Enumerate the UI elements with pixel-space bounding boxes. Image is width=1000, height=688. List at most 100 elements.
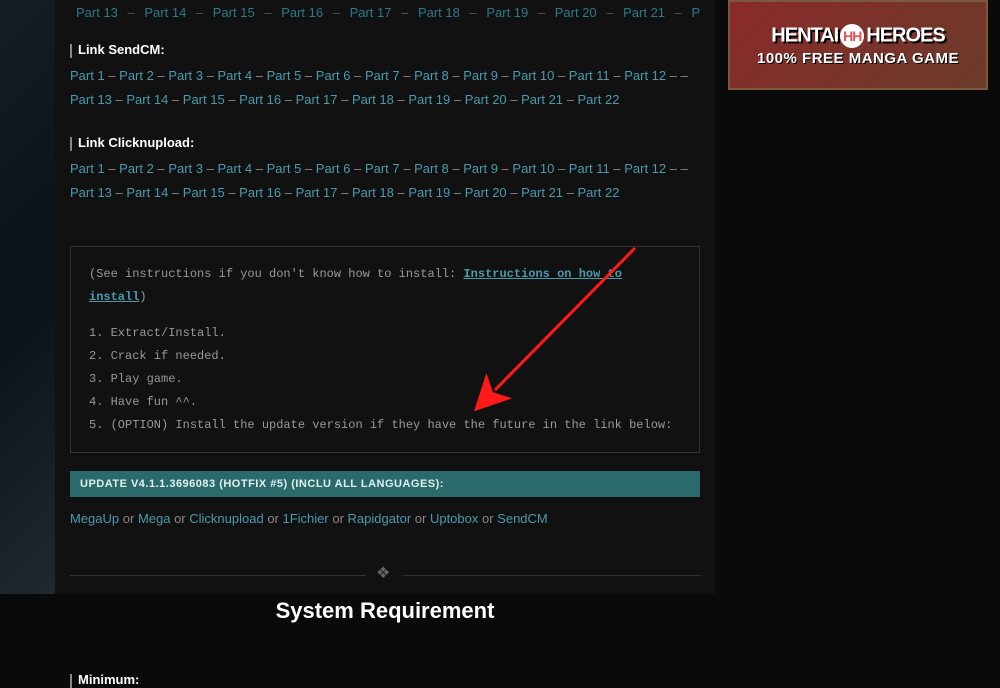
separator: –: [203, 161, 217, 176]
part-link[interactable]: Part 15: [183, 185, 225, 200]
part-link[interactable]: Part 1: [70, 68, 105, 83]
part-link[interactable]: Part 17: [296, 92, 338, 107]
section-label-text: Link Clicknupload:: [78, 135, 194, 150]
or-separator: or: [411, 511, 430, 526]
separator: –: [394, 92, 408, 107]
part-link[interactable]: Part 7: [365, 161, 400, 176]
part-link[interactable]: Part 19: [408, 92, 450, 107]
divider-line-left: [70, 575, 366, 576]
part-link[interactable]: Part 14: [126, 92, 168, 107]
part-link[interactable]: Part 20: [465, 92, 507, 107]
separator: –: [394, 185, 408, 200]
label-bar-icon: [70, 137, 72, 151]
part-link[interactable]: Part 22: [578, 185, 620, 200]
mirror-link[interactable]: Uptobox: [430, 511, 478, 526]
part-link[interactable]: Part 14: [144, 5, 186, 20]
part-link[interactable]: Part 15: [183, 92, 225, 107]
instruction-step: 3. Play game.: [89, 368, 681, 391]
part-link[interactable]: Part 5: [267, 68, 302, 83]
or-separator: or: [478, 511, 497, 526]
part-link[interactable]: Part 19: [408, 185, 450, 200]
part-link[interactable]: Part 13: [76, 5, 118, 20]
separator: –: [563, 185, 577, 200]
mirror-link[interactable]: Clicknupload: [189, 511, 263, 526]
diamond-icon: [376, 566, 394, 584]
separator: –: [449, 68, 463, 83]
part-link[interactable]: Part 12: [624, 68, 666, 83]
part-link[interactable]: Part 11: [569, 161, 610, 176]
sidebar-ad-banner[interactable]: HENTAIHHHEROES 100% FREE MANGA GAME: [728, 0, 988, 90]
ad-subtitle: 100% FREE MANGA GAME: [757, 50, 959, 67]
separator: –: [498, 68, 512, 83]
part-link[interactable]: Part 15: [213, 5, 255, 20]
mirror-link[interactable]: MegaUp: [70, 511, 119, 526]
mirror-link[interactable]: SendCM: [497, 511, 548, 526]
part-link[interactable]: Part 10: [512, 68, 554, 83]
part-link[interactable]: Part 4: [217, 68, 252, 83]
part-link[interactable]: Part 4: [217, 161, 252, 176]
part-link[interactable]: Part 22: [692, 5, 700, 20]
part-link[interactable]: Part 18: [352, 185, 394, 200]
part-link[interactable]: Part 21: [521, 92, 563, 107]
instructions-header: (See instructions if you don't know how …: [89, 263, 681, 309]
separator: –: [112, 92, 126, 107]
top-parts-continuation: Part 13 – Part 14 – Part 15 – Part 16 – …: [70, 0, 700, 20]
instruction-step: 2. Crack if needed.: [89, 345, 681, 368]
part-link[interactable]: Part 12: [624, 161, 666, 176]
part-link[interactable]: Part 13: [70, 92, 112, 107]
or-separator: or: [329, 511, 348, 526]
part-link[interactable]: Part 5: [267, 161, 302, 176]
section-label: Link Clicknupload:: [70, 135, 700, 151]
update-banner: UPDATE V4.1.1.3696083 (HOTFIX #5) (INCLU…: [70, 471, 700, 497]
part-link[interactable]: Part 10: [512, 161, 554, 176]
part-link[interactable]: Part 17: [296, 185, 338, 200]
separator: –: [112, 185, 126, 200]
instruction-step: 1. Extract/Install.: [89, 322, 681, 345]
part-link[interactable]: Part 20: [555, 5, 597, 20]
separator: –: [168, 92, 182, 107]
part-link[interactable]: Part 16: [281, 5, 323, 20]
section-label: Link SendCM:: [70, 42, 700, 58]
part-link[interactable]: Part 20: [465, 185, 507, 200]
separator: –: [350, 161, 364, 176]
sections-container: Link SendCM: Part 1 – Part 2 – Part 3 – P…: [70, 42, 700, 206]
part-link[interactable]: Part 18: [352, 92, 394, 107]
part-link[interactable]: Part 3: [168, 68, 203, 83]
part-link[interactable]: Part 14: [126, 185, 168, 200]
part-link[interactable]: Part 7: [365, 68, 400, 83]
separator: –: [681, 161, 688, 176]
part-link[interactable]: Part 16: [239, 185, 281, 200]
part-link[interactable]: Part 6: [316, 68, 351, 83]
part-link[interactable]: Part 18: [418, 5, 460, 20]
mirror-link[interactable]: Mega: [138, 511, 171, 526]
part-link[interactable]: Part 6: [316, 161, 351, 176]
part-link[interactable]: Part 21: [623, 5, 665, 20]
part-link[interactable]: Part 8: [414, 161, 449, 176]
part-link[interactable]: Part 22: [578, 92, 620, 107]
separator: –: [105, 68, 119, 83]
instruction-step: 4. Have fun ^^.: [89, 391, 681, 414]
part-link[interactable]: Part 3: [168, 161, 203, 176]
part-link[interactable]: Part 19: [486, 5, 528, 20]
or-separator: or: [119, 511, 138, 526]
part-link[interactable]: Part 16: [239, 92, 281, 107]
part-link[interactable]: Part 11: [569, 68, 610, 83]
main-content: Part 13 – Part 14 – Part 15 – Part 16 – …: [55, 0, 715, 594]
part-link[interactable]: Part 21: [521, 185, 563, 200]
mirror-link[interactable]: Rapidgator: [348, 511, 412, 526]
mirror-link[interactable]: 1Fichier: [283, 511, 329, 526]
part-link[interactable]: Part 1: [70, 161, 105, 176]
section-label-text: Link SendCM:: [78, 42, 165, 57]
part-link[interactable]: Part 17: [350, 5, 392, 20]
separator: –: [450, 92, 464, 107]
part-link[interactable]: Part 13: [70, 185, 112, 200]
part-link[interactable]: Part 2: [119, 161, 154, 176]
part-link[interactable]: Part 8: [414, 68, 449, 83]
separator: –: [666, 161, 680, 176]
separator: –: [168, 185, 182, 200]
part-link[interactable]: Part 9: [463, 161, 498, 176]
instructions-steps-list: 1. Extract/Install.2. Crack if needed.3.…: [89, 322, 681, 436]
part-link[interactable]: Part 2: [119, 68, 154, 83]
part-link[interactable]: Part 9: [463, 68, 498, 83]
separator: –: [203, 68, 217, 83]
